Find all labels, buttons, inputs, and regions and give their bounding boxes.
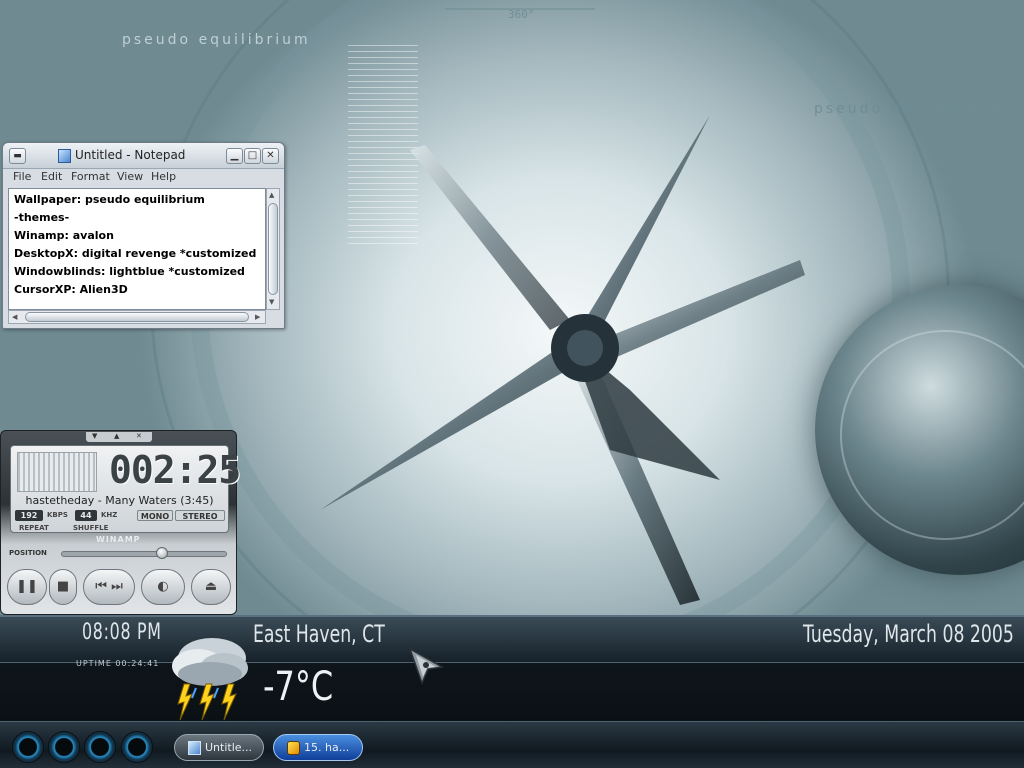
position-slider[interactable]: [61, 551, 227, 557]
dock-orb-4[interactable]: [121, 731, 153, 763]
prev-next-buttons[interactable]: ⏮ ⏭: [83, 569, 135, 605]
shuffle-toggle[interactable]: SHUFFLE: [73, 524, 108, 532]
alien-cursor-icon: [408, 647, 444, 685]
menu-help[interactable]: Help: [151, 170, 176, 183]
scroll-right-arrow-icon[interactable]: ▶: [255, 313, 260, 321]
next-icon[interactable]: ⏭: [111, 579, 123, 594]
editor-line: Windowblinds: lightblue *customized: [14, 265, 245, 278]
winamp-player[interactable]: ▼ ▲ ✕ 002:25 hastetheday - Many Waters (…: [0, 430, 241, 615]
volume-balance-button[interactable]: ◐: [141, 569, 185, 605]
visualizer[interactable]: [17, 452, 97, 492]
stereo-indicator: STEREO: [175, 510, 225, 521]
editor-line: DesktopX: digital revenge *customized: [14, 247, 257, 260]
winamp-close-icon[interactable]: ✕: [136, 432, 142, 440]
winamp-shade-icon[interactable]: ▲: [114, 432, 119, 440]
notepad-window[interactable]: ▬ Untitled - Notepad ▁ □ ✕ File Edit For…: [2, 142, 285, 329]
mono-indicator: MONO: [137, 510, 173, 521]
vertical-scroll-thumb[interactable]: [268, 203, 278, 295]
stream-info: 192 KBPS 44 KHZ MONO STEREO: [15, 510, 225, 522]
close-button[interactable]: ✕: [262, 148, 279, 164]
taskbar-winamp-button[interactable]: 15. ha...: [273, 734, 363, 761]
stop-icon: ■: [56, 579, 70, 594]
winamp-window-controls: ▼ ▲ ✕: [86, 432, 152, 442]
editor-line: Wallpaper: pseudo equilibrium: [14, 193, 205, 206]
bitrate-label: KBPS: [47, 511, 68, 519]
stop-button[interactable]: ■: [49, 569, 77, 605]
editor-line: Winamp: avalon: [14, 229, 114, 242]
notepad-icon: [188, 741, 201, 755]
previous-icon[interactable]: ⏮: [95, 579, 107, 594]
dock-orb-1[interactable]: [12, 731, 44, 763]
winamp-logo: WINAMP: [96, 535, 141, 544]
bitrate-value: 192: [15, 510, 43, 521]
wallpaper-brand-top-left: pseudo equilibrium: [122, 32, 311, 48]
taskbar-notepad-button[interactable]: Untitle...: [174, 734, 264, 761]
position-label: POSITION: [9, 549, 47, 557]
pause-button[interactable]: ❚❚: [7, 569, 47, 605]
pause-icon: ❚❚: [16, 579, 38, 594]
menu-bar: File Edit Format View Help: [3, 169, 284, 186]
dock-orb-3[interactable]: [84, 731, 116, 763]
window-title: Untitled - Notepad: [75, 148, 186, 162]
system-menu-icon[interactable]: ▬: [9, 148, 26, 164]
playback-time[interactable]: 002:25: [109, 448, 241, 492]
samplerate-label: KHZ: [101, 511, 118, 519]
menu-file[interactable]: File: [13, 170, 31, 183]
menu-format[interactable]: Format: [71, 170, 110, 183]
calendar-date: Tuesday, March 08 2005: [803, 620, 1014, 648]
repeat-toggle[interactable]: REPEAT: [19, 524, 49, 532]
weather-temperature: -7°C: [263, 664, 334, 710]
editor-line: -themes-: [14, 211, 70, 224]
taskbar-button-label: 15. ha...: [304, 741, 350, 754]
volume-icon: ◐: [157, 579, 169, 594]
scroll-down-arrow-icon[interactable]: ▼: [269, 298, 274, 306]
scroll-up-arrow-icon[interactable]: ▲: [269, 191, 274, 199]
winamp-display: 002:25 hastetheday - Many Waters (3:45) …: [10, 445, 241, 533]
winamp-minimize-icon[interactable]: ▼: [92, 432, 97, 440]
uptime-readout: UPTIME 00:24:41: [76, 659, 160, 668]
editor-line: CursorXP: Alien3D: [14, 283, 128, 296]
position-slider-handle[interactable]: [156, 547, 168, 559]
scroll-left-arrow-icon[interactable]: ◀: [12, 313, 17, 321]
samplerate-value: 44: [75, 510, 97, 521]
weather-location: East Haven, CT: [253, 620, 385, 648]
dock-taskbar-band: [0, 721, 1024, 768]
menu-view[interactable]: View: [117, 170, 143, 183]
maximize-button[interactable]: □: [244, 148, 261, 164]
notepad-icon: [58, 149, 71, 163]
horizontal-scrollbar[interactable]: ◀ ▶: [8, 310, 266, 324]
wallpaper-brand-top-right: pseudo equilibrium: [814, 101, 1003, 117]
wallpaper-degree-mark: 360°: [508, 8, 535, 21]
eject-button[interactable]: ⏏: [191, 569, 231, 605]
text-editor-area[interactable]: Wallpaper: pseudo equilibrium -themes- W…: [8, 188, 266, 310]
thunderstorm-icon: [172, 638, 248, 721]
dock-orb-2[interactable]: [48, 731, 80, 763]
taskbar-button-label: Untitle...: [205, 741, 253, 754]
menu-edit[interactable]: Edit: [41, 170, 62, 183]
clock-time: 08:08 PM: [82, 620, 162, 645]
winamp-icon: [287, 741, 300, 755]
song-title: hastetheday - Many Waters (3:45): [25, 494, 214, 507]
vertical-scrollbar[interactable]: ▲ ▼: [266, 188, 280, 310]
horizontal-scroll-thumb[interactable]: [25, 312, 249, 322]
wallpaper-abstract-art: [320, 115, 805, 605]
eject-icon: ⏏: [204, 579, 218, 594]
notepad-title-bar[interactable]: ▬ Untitled - Notepad ▁ □ ✕: [3, 143, 284, 169]
minimize-button[interactable]: ▁: [226, 148, 243, 164]
